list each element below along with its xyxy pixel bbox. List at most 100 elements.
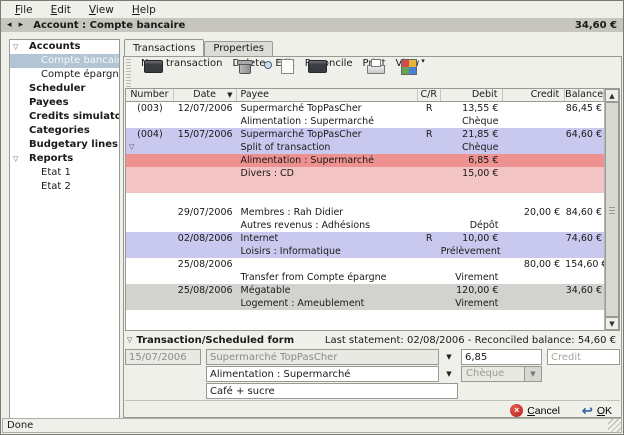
form-expander-icon[interactable]: ▽ (127, 336, 132, 344)
column-header-number[interactable]: Number (126, 89, 174, 101)
cancel-button[interactable]: × Cancel (510, 404, 560, 417)
table-row[interactable]: (003) 12/07/2006 Supermarché TopPasCher … (126, 102, 604, 115)
column-header-credit[interactable]: Credit (503, 89, 565, 101)
main-panel: Transactions Properties New transaction (123, 39, 622, 418)
cell-number (126, 219, 174, 232)
toolbar-button[interactable]: View (392, 58, 424, 70)
table-row[interactable]: (004) 15/07/2006 Supermarché TopPasCher … (126, 128, 604, 141)
vertical-scrollbar[interactable]: ▲ ▼ (604, 89, 619, 330)
nav-forward-icon[interactable]: ▸ (19, 20, 26, 30)
table-row[interactable]: Logement : Ameublement Virement (126, 297, 604, 310)
cell-cr (418, 206, 441, 219)
cell-number: (003) (126, 102, 174, 115)
sidebar-item[interactable]: ▽ Accounts (10, 40, 119, 54)
cell-credit (503, 128, 565, 141)
toolbar-button[interactable]: New transaction (137, 58, 226, 70)
toolbar-button[interactable]: Print (359, 58, 390, 70)
sidebar-item[interactable]: Etat 1 (10, 166, 119, 180)
scroll-down-icon[interactable]: ▼ (605, 317, 619, 330)
toolbar-grip[interactable] (126, 59, 131, 87)
sidebar-item[interactable]: ▽ Reports (10, 152, 119, 166)
sidebar-item[interactable]: Categories (10, 124, 119, 138)
table-row[interactable]: Divers : CD 15,00 € (126, 167, 604, 180)
date-field[interactable] (125, 349, 201, 365)
table-row[interactable]: Alimentation : Supermarché 6,85 € (126, 154, 604, 167)
table-row[interactable]: 25/08/2006 Mégatable 120,00 € 34,60 € (126, 284, 604, 297)
column-header-debit[interactable]: Debit (441, 89, 504, 101)
menu-item[interactable]: Help (124, 3, 164, 17)
tab[interactable]: Transactions (124, 39, 204, 56)
transactions-table: Number Date▼ Payee C/R Debit Credit Bala… (125, 88, 620, 331)
menu-item[interactable]: View (81, 3, 122, 17)
tab[interactable]: Properties (204, 41, 273, 56)
credit-field[interactable] (547, 349, 620, 365)
table-row[interactable]: ▽ Split of transaction Chèque (126, 141, 604, 154)
cell-credit (503, 154, 565, 167)
table-row[interactable] (126, 193, 604, 206)
cell-number: (004) (126, 128, 174, 141)
tree-expander-icon[interactable]: ▽ (13, 40, 18, 54)
scroll-up-icon[interactable]: ▲ (605, 89, 619, 102)
table-row[interactable]: Autres revenus : Adhésions Dépôt (126, 219, 604, 232)
dropdown-arrow-icon[interactable]: ▾ (421, 57, 425, 65)
cell-payee: Supermarché TopPasCher (237, 102, 418, 115)
table-body: (003) 12/07/2006 Supermarché TopPasCher … (126, 102, 604, 330)
nav-back-icon[interactable]: ◂ (7, 20, 14, 30)
cell-debit: Virement (441, 297, 504, 310)
sidebar-item[interactable]: Compte bancaire (10, 54, 119, 68)
category-field[interactable] (206, 366, 439, 382)
cell-date (174, 167, 237, 180)
sidebar-item[interactable]: Budgetary lines (10, 138, 119, 152)
cell-payee: Membres : Rah Didier (237, 206, 418, 219)
sidebar-item[interactable]: Compte épargne (10, 68, 119, 82)
column-header-date[interactable]: Date▼ (174, 89, 237, 101)
payee-dropdown-icon[interactable]: ▼ (441, 349, 457, 365)
toolbar-button[interactable]: Delete (228, 58, 269, 70)
column-header-payee[interactable]: Payee (237, 89, 418, 101)
table-row[interactable]: Transfer from Compte épargne Virement (126, 271, 604, 284)
tree-expander-icon[interactable]: ▽ (13, 152, 18, 166)
column-header-cr[interactable]: C/R (418, 89, 441, 101)
scrollbar-thumb[interactable] (605, 102, 619, 317)
cell-debit (441, 193, 504, 206)
cell-payee: Logement : Ameublement (237, 297, 418, 310)
cell-number (126, 232, 174, 245)
menu-item[interactable]: File (7, 3, 41, 17)
form-title[interactable]: Transaction/Scheduled form (136, 335, 294, 346)
sidebar-item[interactable]: Scheduler (10, 82, 119, 96)
table-row[interactable]: Loisirs : Informatique Prélèvement (126, 245, 604, 258)
menu-item[interactable]: Edit (43, 3, 79, 17)
payment-mode-select[interactable]: Chèque ▼ (461, 366, 542, 382)
cell-date: 25/08/2006 (174, 258, 237, 271)
separator (125, 400, 620, 401)
split-expander-icon[interactable]: ▽ (129, 141, 134, 154)
toolbar-button[interactable]: Reconcile (301, 58, 357, 70)
table-row[interactable]: 02/08/2006 Internet R 10,00 € 74,60 € (126, 232, 604, 245)
table-row[interactable] (126, 180, 604, 193)
cell-credit (503, 141, 565, 154)
toolbar-button[interactable]: Edit (271, 58, 298, 70)
comment-field[interactable] (206, 383, 458, 399)
column-header-balance[interactable]: Balance (565, 89, 604, 101)
table-row[interactable]: 25/08/2006 80,00 € 154,60 € (126, 258, 604, 271)
payee-field[interactable] (206, 349, 439, 365)
cell-debit: Chèque (441, 141, 504, 154)
sidebar-item[interactable]: Credits simulator (10, 110, 119, 124)
cell-credit (503, 102, 565, 115)
category-dropdown-icon[interactable]: ▼ (441, 366, 457, 382)
debit-field[interactable] (461, 349, 542, 365)
table-row[interactable]: Alimentation : Supermarché Chèque (126, 115, 604, 128)
sidebar-item-label: Payees (10, 96, 119, 110)
status-bar: Done (2, 418, 622, 433)
mode-dropdown-icon[interactable]: ▼ (524, 367, 541, 381)
cell-payee: Autres revenus : Adhésions (237, 219, 418, 232)
resize-grip[interactable] (608, 419, 621, 432)
sidebar-item[interactable]: Etat 2 (10, 180, 119, 194)
cell-payee: Alimentation : Supermarché (237, 115, 418, 128)
cell-date (174, 271, 237, 284)
sidebar-item[interactable]: Payees (10, 96, 119, 110)
ok-button[interactable]: ↩ OK (582, 404, 612, 417)
table-row[interactable]: 29/07/2006 Membres : Rah Didier 20,00 € … (126, 206, 604, 219)
cell-date (174, 115, 237, 128)
cell-payee: Internet (237, 232, 418, 245)
